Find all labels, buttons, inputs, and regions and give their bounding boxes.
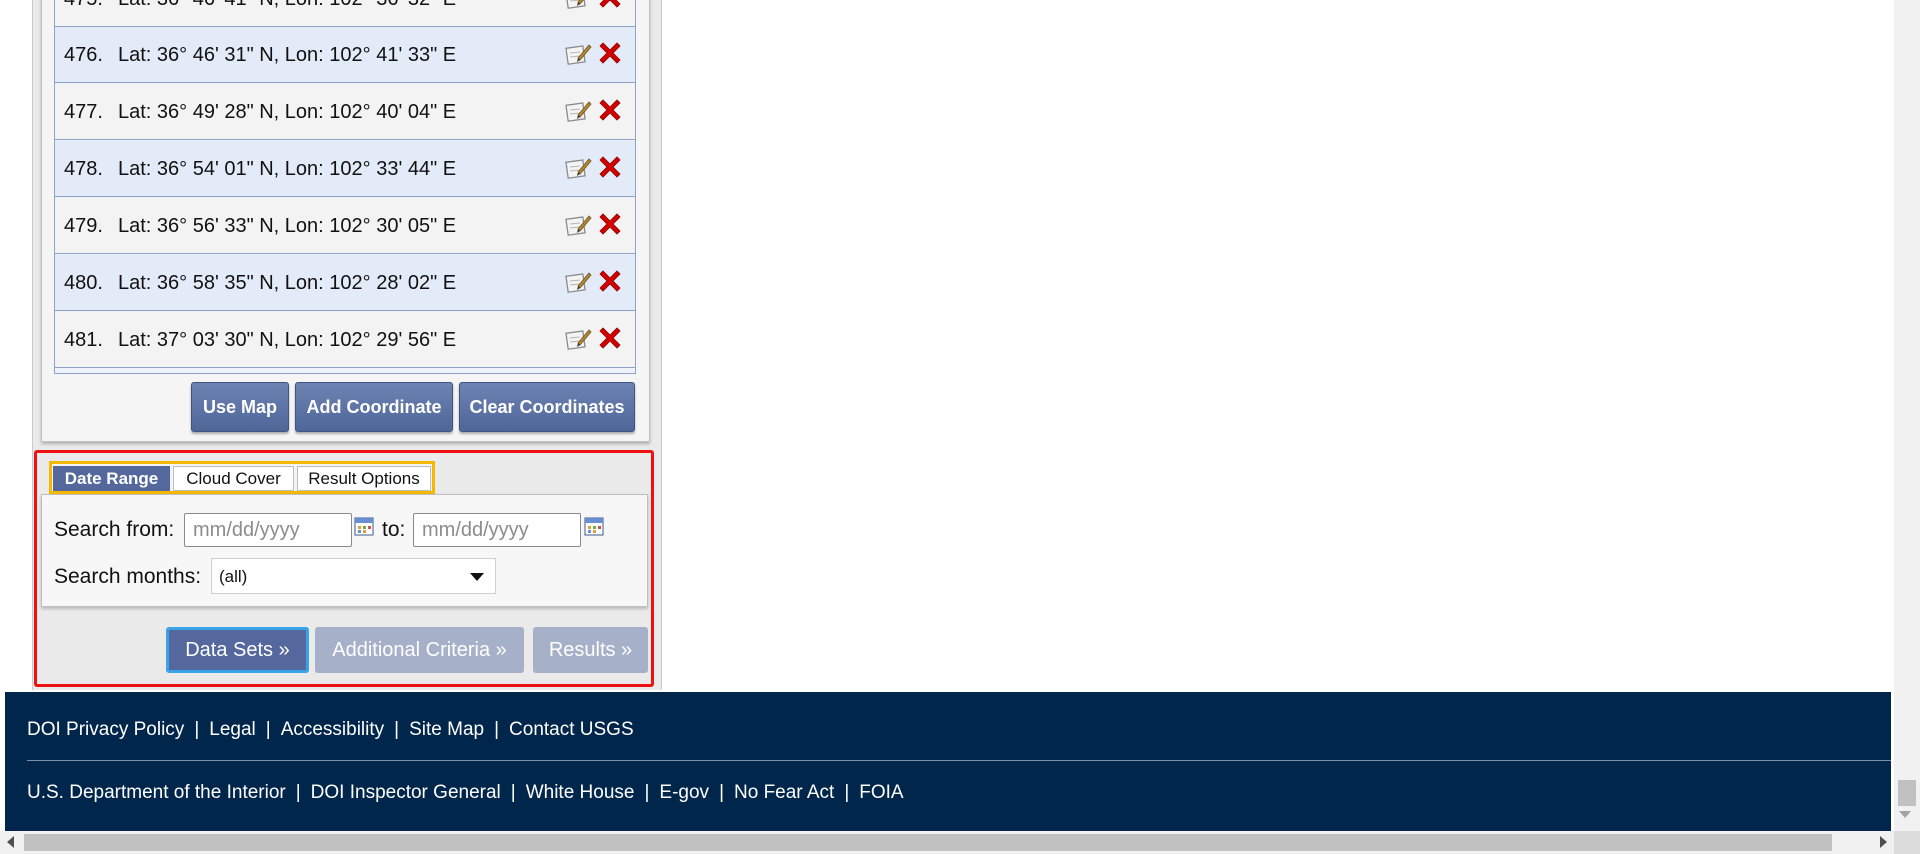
scroll-down-arrow-icon[interactable] [1899,811,1911,818]
footer-separator: | [194,719,200,740]
delete-icon[interactable] [596,210,624,238]
page: 475. Lat: 36° 46' 41" N, Lon: 102° 36' 3… [0,0,1920,854]
delete-icon[interactable] [596,267,624,295]
coordinate-text: Lat: 36° 49' 28" N, Lon: 102° 40' 04" E [118,101,457,123]
to-label: to: [382,518,406,541]
footer-link-site-map[interactable]: Site Map [409,719,484,740]
coordinate-text: Lat: 36° 54' 01" N, Lon: 102° 33' 44" E [118,158,457,180]
search-months-select[interactable]: (all) [211,558,496,594]
footer-link-privacy-policy[interactable]: DOI Privacy Policy [27,719,184,740]
coordinate-number: 480. [64,272,103,294]
footer-separator: | [394,719,400,740]
delete-icon[interactable] [596,324,624,352]
delete-icon[interactable] [596,0,624,11]
clear-coordinates-button[interactable]: Clear Coordinates [459,382,635,432]
tab-cloud-cover[interactable]: Cloud Cover [173,466,294,491]
tab-date-range[interactable]: Date Range [53,466,170,491]
horizontal-scroll-thumb[interactable] [24,834,1832,851]
footer-separator: | [719,782,724,803]
footer-link-foia[interactable]: FOIA [859,782,903,803]
footer-link-e-gov[interactable]: E-gov [659,782,709,803]
coordinate-text: Lat: 36° 58' 35" N, Lon: 102° 28' 02" E [118,272,457,294]
search-from-label: Search from: [54,518,175,541]
coordinate-number: 476. [64,44,103,66]
footer-link-interior[interactable]: U.S. Department of the Interior [27,782,286,803]
delete-icon[interactable] [596,39,624,67]
coordinate-row: 480. Lat: 36° 58' 35" N, Lon: 102° 28' 0… [55,255,635,311]
edit-icon[interactable] [564,98,592,124]
edit-icon[interactable] [564,212,592,238]
coordinate-list[interactable]: 475. Lat: 36° 46' 41" N, Lon: 102° 36' 3… [54,0,636,374]
edit-icon[interactable] [564,326,592,352]
add-coordinate-button[interactable]: Add Coordinate [295,382,453,432]
coordinate-number: 477. [64,101,103,123]
footer-links-secondary: U.S. Department of the Interior | DOI Insp… [27,782,904,804]
footer-separator: | [644,782,650,803]
edit-icon[interactable] [564,155,592,181]
footer-link-contact-usgs[interactable]: Contact USGS [509,719,634,740]
vertical-scroll-thumb[interactable] [1898,780,1916,806]
coordinate-row: 477. Lat: 36° 49' 28" N, Lon: 102° 40' 0… [55,84,635,140]
vertical-scrollbar[interactable] [1894,0,1920,831]
additional-criteria-button[interactable]: Additional Criteria » [315,627,524,673]
calendar-icon[interactable] [354,516,374,536]
footer-link-no-fear-act[interactable]: No Fear Act [734,782,834,803]
edit-icon[interactable] [564,0,592,11]
coordinate-row: 475. Lat: 36° 46' 41" N, Lon: 102° 36' 3… [55,0,635,27]
footer-separator: | [510,782,516,803]
search-to-input[interactable] [413,513,581,547]
delete-icon[interactable] [596,153,624,181]
coordinate-row: 476. Lat: 36° 46' 31" N, Lon: 102° 41' 3… [55,27,635,83]
footer-separator: | [844,782,850,803]
footer-link-accessibility[interactable]: Accessibility [281,719,384,740]
scroll-right-arrow-icon[interactable] [1880,836,1887,848]
search-months-label: Search months: [54,565,202,588]
search-from-input[interactable] [184,513,352,547]
site-footer: DOI Privacy Policy | Legal | Accessibility | S… [5,692,1891,831]
coordinate-text: Lat: 37° 03' 30" N, Lon: 102° 29' 56" E [118,329,457,351]
data-sets-button[interactable]: Data Sets » [166,627,309,673]
coordinate-number: 481. [64,329,103,351]
footer-links-primary: DOI Privacy Policy | Legal | Accessibility | S… [27,719,634,741]
tab-result-options[interactable]: Result Options [297,466,431,491]
coordinate-number: 475. [64,0,103,11]
calendar-icon[interactable] [584,516,604,536]
scroll-left-arrow-icon[interactable] [7,836,14,848]
coordinate-text: Lat: 36° 46' 41" N, Lon: 102° 36' 32" E [118,0,456,11]
coordinate-number: 478. [64,158,103,180]
results-button[interactable]: Results » [533,627,648,673]
coordinate-text: Lat: 36° 56' 33" N, Lon: 102° 30' 05" E [118,215,457,237]
footer-link-legal[interactable]: Legal [209,719,256,740]
edit-icon[interactable] [564,41,592,67]
chevron-down-icon [470,573,484,581]
footer-link-inspector-general[interactable]: DOI Inspector General [311,782,501,803]
footer-separator: | [265,719,271,740]
coordinate-row: 479. Lat: 36° 56' 33" N, Lon: 102° 30' 0… [55,198,635,254]
footer-separator: | [295,782,301,803]
use-map-button[interactable]: Use Map [191,382,289,432]
search-months-value: (all) [219,567,248,586]
scrollbar-corner [1894,831,1920,854]
footer-separator: | [494,719,500,740]
coordinate-number: 479. [64,215,103,237]
coordinate-text: Lat: 36° 46' 31" N, Lon: 102° 41' 33" E [118,44,457,66]
edit-icon[interactable] [564,269,592,295]
footer-link-white-house[interactable]: White House [526,782,635,803]
coordinate-row: 478. Lat: 36° 54' 01" N, Lon: 102° 33' 4… [55,141,635,197]
coordinate-row: 481. Lat: 37° 03' 30" N, Lon: 102° 29' 5… [55,312,635,368]
delete-icon[interactable] [596,96,624,124]
footer-divider [27,760,1891,761]
